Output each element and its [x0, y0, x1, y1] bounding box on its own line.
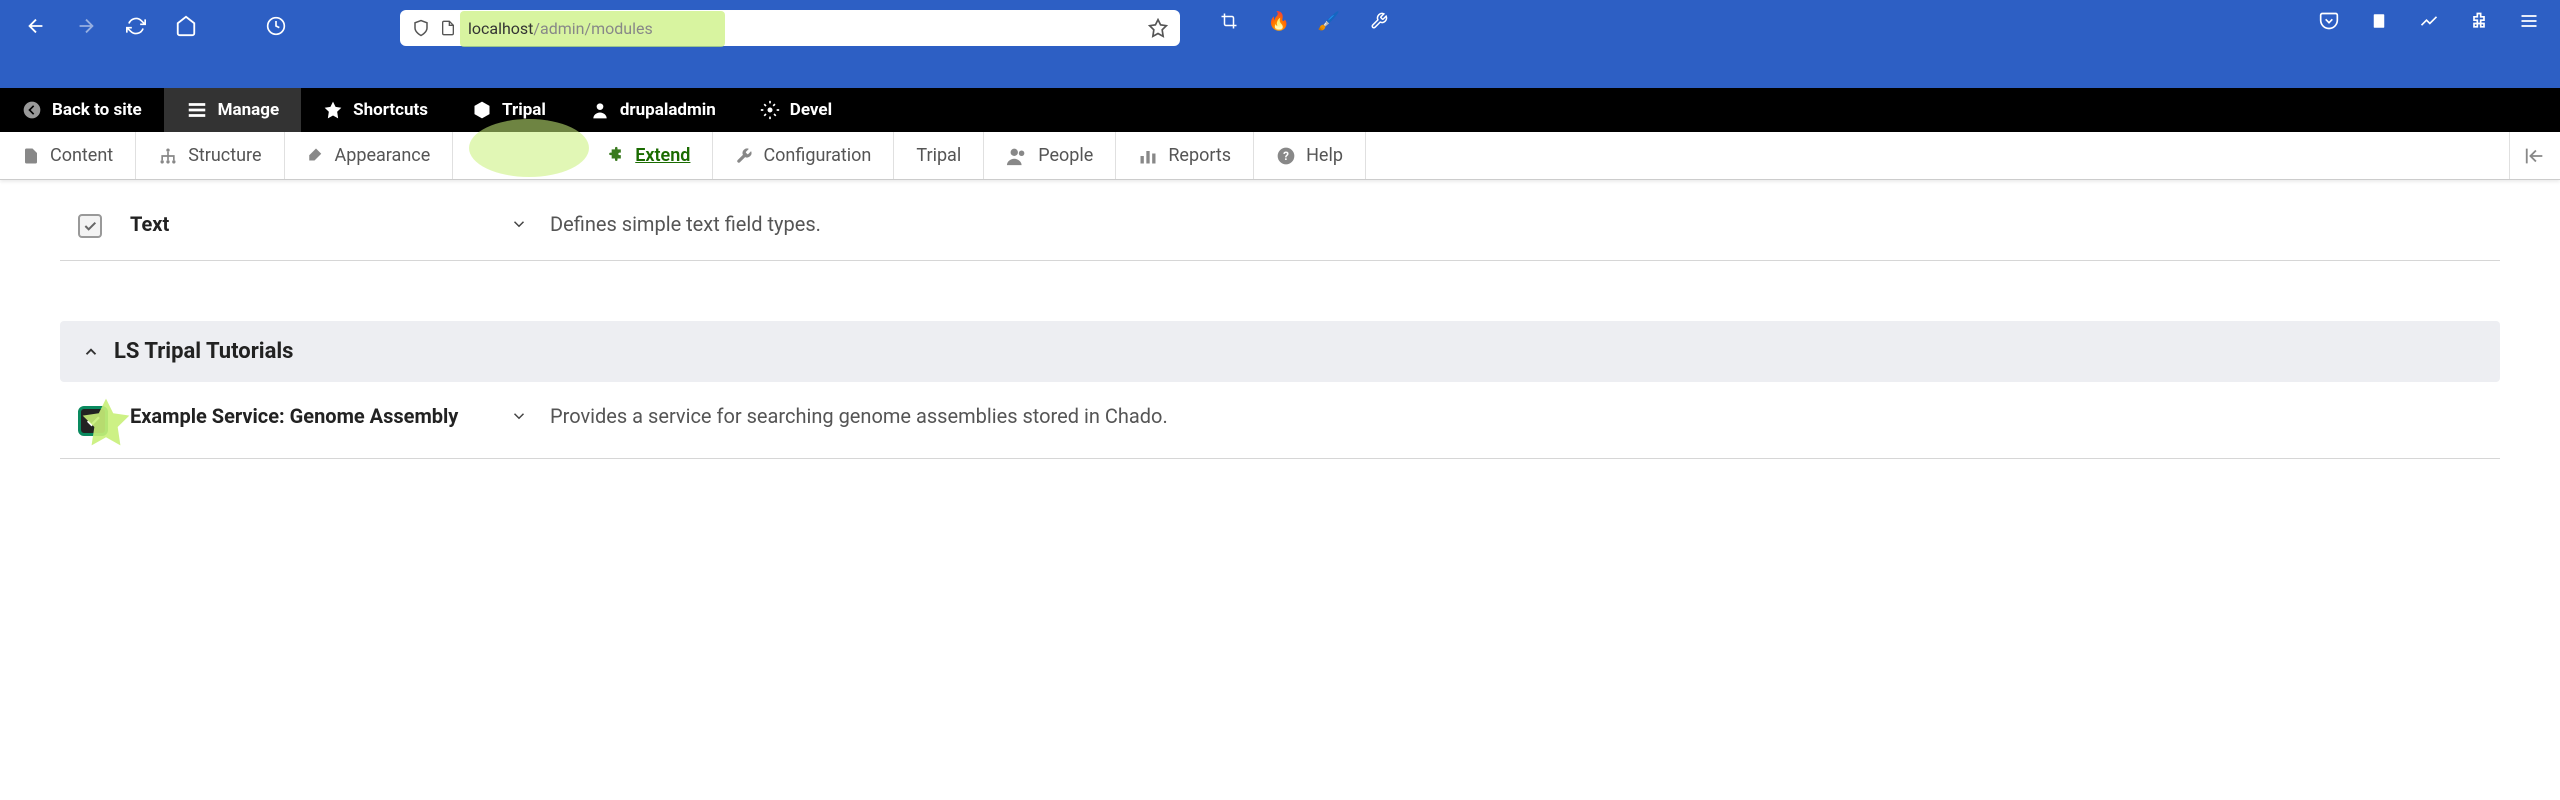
page-icon: [440, 20, 456, 36]
chevron-left-circle-icon: [22, 100, 42, 120]
wrench-icon: [735, 147, 753, 165]
chevron-up-icon: [82, 343, 100, 361]
history-icon[interactable]: [260, 10, 292, 42]
manage-button[interactable]: Manage: [164, 88, 302, 132]
structure-label: Structure: [188, 145, 261, 166]
url-host: localhost: [468, 19, 533, 38]
url-text: localhost/admin/modules: [468, 19, 1148, 38]
star-icon: [323, 100, 343, 120]
module-row-genome: Example Service: Genome Assembly Provide…: [60, 382, 2500, 459]
cube-icon: [472, 100, 492, 120]
manage-label: Manage: [218, 100, 280, 120]
module-desc-text: Defines simple text field types.: [550, 212, 2500, 236]
browser-chrome: localhost/admin/modules 🔥 🖌️: [0, 0, 2560, 88]
svg-text:?: ?: [1283, 149, 1289, 163]
tripal-label: Tripal: [502, 100, 546, 120]
content-label: Content: [50, 145, 113, 166]
devel-label: Devel: [790, 100, 832, 120]
home-button[interactable]: [170, 10, 202, 42]
configuration-tab[interactable]: Configuration: [713, 132, 894, 179]
file-icon: [22, 147, 40, 165]
admin-toolbar-top: Back to site Manage Shortcuts Tripal dru…: [0, 88, 2560, 132]
brush-icon[interactable]: 🖌️: [1318, 10, 1340, 32]
admin-toolbar-secondary: Content Structure Appearance Extend Conf…: [0, 132, 2560, 180]
back-to-site-button[interactable]: Back to site: [0, 88, 164, 132]
user-label: drupaladmin: [620, 100, 716, 120]
extension-icon[interactable]: [2468, 10, 2490, 32]
structure-tab[interactable]: Structure: [136, 132, 284, 179]
shortcuts-label: Shortcuts: [353, 100, 428, 120]
reports-label: Reports: [1168, 145, 1231, 166]
back-to-site-label: Back to site: [52, 100, 142, 120]
reports-tab[interactable]: Reports: [1116, 132, 1254, 179]
extend-label: Extend: [635, 145, 690, 166]
appearance-label: Appearance: [335, 145, 431, 166]
people-label: People: [1038, 145, 1093, 166]
module-group-header[interactable]: LS Tripal Tutorials: [60, 321, 2500, 382]
module-name-genome: Example Service: Genome Assembly: [130, 404, 510, 428]
question-icon: ?: [1276, 146, 1296, 166]
puzzle-icon: [605, 146, 625, 166]
toolbar-collapse-button[interactable]: [2509, 132, 2560, 179]
star-marker-icon: [78, 394, 134, 450]
crop-icon[interactable]: [1218, 10, 1240, 32]
module-desc-genome: Provides a service for searching genome …: [550, 404, 2500, 428]
tripal-tab[interactable]: Tripal: [894, 132, 984, 179]
bar-chart-icon: [1138, 146, 1158, 166]
extend-highlight-oval: [469, 119, 589, 177]
module-name-text: Text: [130, 212, 510, 236]
wrench-icon[interactable]: [1368, 10, 1390, 32]
bookmark-star-icon[interactable]: [1148, 18, 1168, 38]
expand-genome-module[interactable]: [510, 404, 550, 425]
gear-icon: [760, 100, 780, 120]
reload-button[interactable]: [120, 10, 152, 42]
shield-icon: [412, 19, 430, 37]
help-label: Help: [1306, 145, 1343, 166]
people-tab[interactable]: People: [984, 132, 1116, 179]
people-icon: [1006, 145, 1028, 167]
paintbrush-icon: [307, 147, 325, 165]
fire-icon[interactable]: 🔥: [1268, 10, 1290, 32]
appearance-tab[interactable]: Appearance: [285, 132, 454, 179]
devel-button[interactable]: Devel: [738, 88, 854, 132]
menu-icon[interactable]: [2518, 10, 2540, 32]
hierarchy-icon: [158, 146, 178, 166]
browser-far-right-icons: [2318, 10, 2540, 32]
extend-tab[interactable]: Extend: [453, 132, 713, 179]
url-bar[interactable]: localhost/admin/modules: [400, 10, 1180, 46]
back-button[interactable]: [20, 10, 52, 42]
modules-content: Text Defines simple text field types. LS…: [0, 180, 2560, 499]
url-path: /admin/modules: [533, 19, 652, 38]
group-title: LS Tripal Tutorials: [114, 339, 293, 364]
user-icon: [590, 100, 610, 120]
expand-text-module[interactable]: [510, 212, 550, 233]
forward-button[interactable]: [70, 10, 102, 42]
browser-right-icons: 🔥 🖌️: [1218, 10, 1390, 32]
shortcuts-button[interactable]: Shortcuts: [301, 88, 450, 132]
document-icon[interactable]: [2368, 10, 2390, 32]
user-button[interactable]: drupaladmin: [568, 88, 738, 132]
tripal-sec-label: Tripal: [916, 145, 961, 166]
help-tab[interactable]: ? Help: [1254, 132, 1366, 179]
content-tab[interactable]: Content: [0, 132, 136, 179]
module-row-text: Text Defines simple text field types.: [60, 190, 2500, 261]
graph-icon[interactable]: [2418, 10, 2440, 32]
configuration-label: Configuration: [763, 145, 871, 166]
hamburger-icon: [186, 99, 208, 121]
checkbox-text-module[interactable]: [78, 214, 102, 238]
pocket-icon[interactable]: [2318, 10, 2340, 32]
